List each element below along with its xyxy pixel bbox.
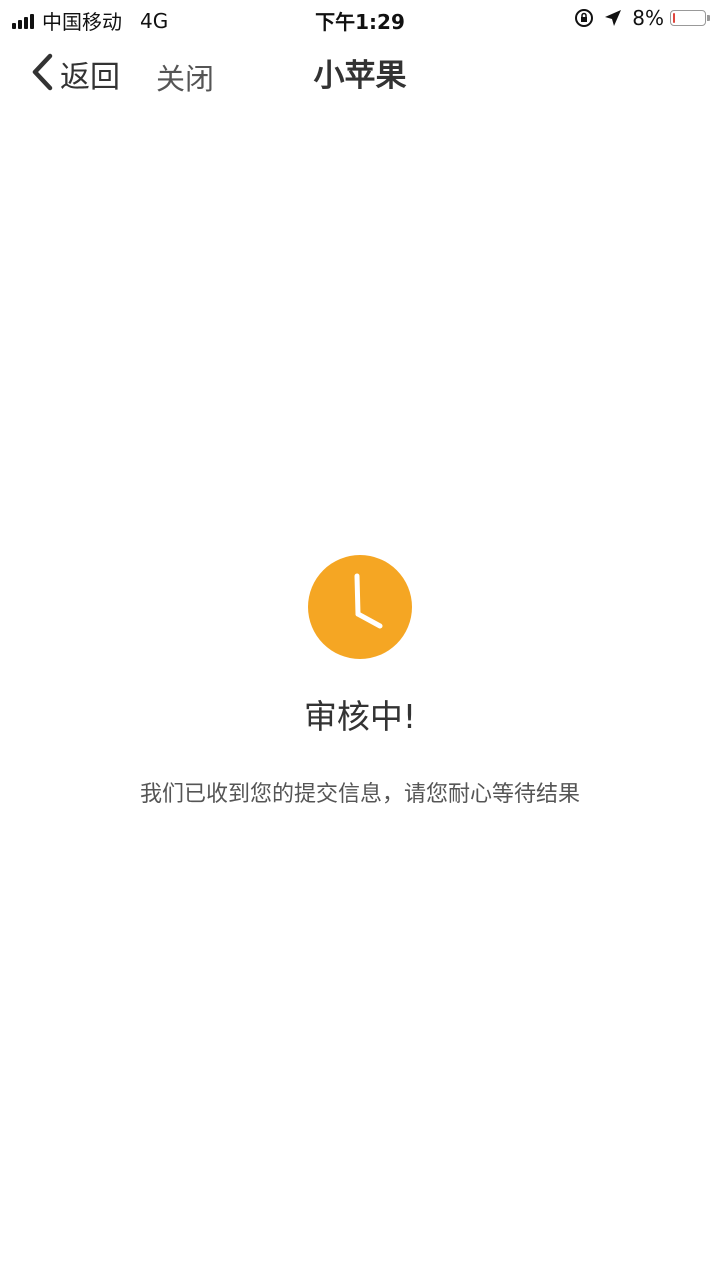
status-bar: 中国移动 4G 下午1:29 8% [0, 0, 720, 36]
page-title: 小苹果 [313, 58, 407, 94]
review-status-title: 审核中! [303, 697, 417, 736]
battery-fill [673, 13, 675, 23]
nav-bar: 返回 关闭 小苹果 [0, 36, 720, 112]
rotation-lock-icon [574, 8, 594, 28]
location-arrow-icon [604, 9, 622, 27]
status-bar-right: 8% [574, 6, 710, 30]
clock-icon [307, 554, 413, 660]
review-status-description: 我们已收到您的提交信息，请您耐心等待结果 [139, 782, 580, 807]
battery-icon [670, 10, 710, 26]
screen: 中国移动 4G 下午1:29 8% 返回 关闭 小苹果 审核中! 我们已收到您的… [0, 0, 720, 1280]
battery-percent: 8% [632, 6, 664, 30]
